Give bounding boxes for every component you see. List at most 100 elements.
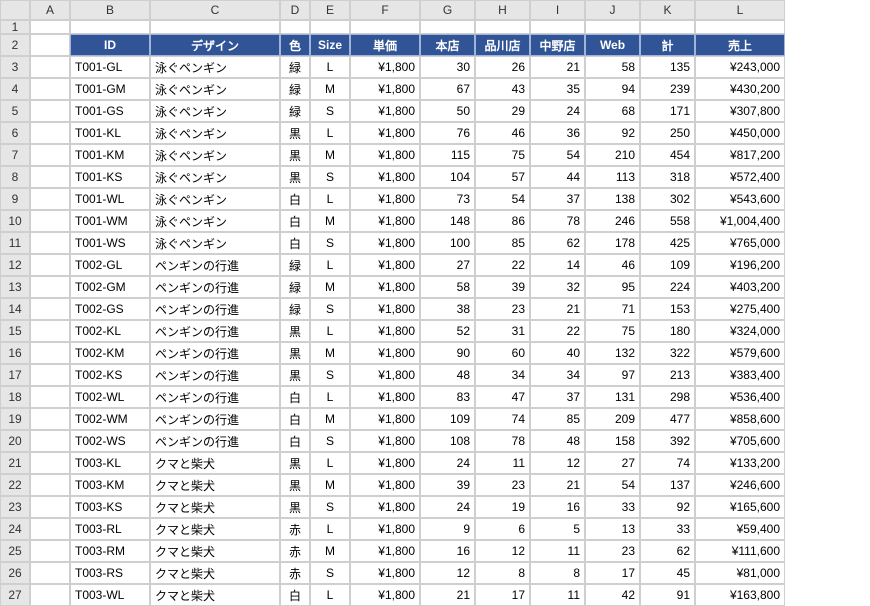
- cell-g[interactable]: 76: [420, 122, 475, 144]
- cell-j[interactable]: 95: [585, 276, 640, 298]
- cell-unit[interactable]: ¥1,800: [350, 254, 420, 276]
- cell-A21[interactable]: [30, 452, 70, 474]
- cell-sales[interactable]: ¥543,600: [695, 188, 785, 210]
- col-header-H[interactable]: H: [475, 0, 530, 20]
- cell-color[interactable]: 赤: [280, 562, 310, 584]
- cell-id[interactable]: T003-KM: [70, 474, 150, 496]
- cell-size[interactable]: M: [310, 144, 350, 166]
- cell-id[interactable]: T003-RM: [70, 540, 150, 562]
- cell-design[interactable]: クマと柴犬: [150, 474, 280, 496]
- cell-id[interactable]: T002-GS: [70, 298, 150, 320]
- cell-j[interactable]: 113: [585, 166, 640, 188]
- cell-unit[interactable]: ¥1,800: [350, 232, 420, 254]
- cell-size[interactable]: S: [310, 364, 350, 386]
- cell-k[interactable]: 558: [640, 210, 695, 232]
- cell-color[interactable]: 白: [280, 430, 310, 452]
- cell-h[interactable]: 47: [475, 386, 530, 408]
- cell-j[interactable]: 54: [585, 474, 640, 496]
- cell-unit[interactable]: ¥1,800: [350, 122, 420, 144]
- cell-color[interactable]: 緑: [280, 276, 310, 298]
- cell-size[interactable]: S: [310, 166, 350, 188]
- cell-id[interactable]: T001-KS: [70, 166, 150, 188]
- cell-g[interactable]: 24: [420, 496, 475, 518]
- cell-g[interactable]: 48: [420, 364, 475, 386]
- cell-size[interactable]: L: [310, 56, 350, 78]
- cell-design[interactable]: クマと柴犬: [150, 562, 280, 584]
- cell-sales[interactable]: ¥133,200: [695, 452, 785, 474]
- cell-size[interactable]: M: [310, 276, 350, 298]
- cell-unit[interactable]: ¥1,800: [350, 540, 420, 562]
- cell-color[interactable]: 白: [280, 408, 310, 430]
- cell-A20[interactable]: [30, 430, 70, 452]
- cell-k[interactable]: 33: [640, 518, 695, 540]
- cell-empty[interactable]: [475, 20, 530, 34]
- cell-unit[interactable]: ¥1,800: [350, 166, 420, 188]
- cell-j[interactable]: 158: [585, 430, 640, 452]
- cell-j[interactable]: 92: [585, 122, 640, 144]
- cell-i[interactable]: 62: [530, 232, 585, 254]
- cell-unit[interactable]: ¥1,800: [350, 562, 420, 584]
- cell-g[interactable]: 39: [420, 474, 475, 496]
- cell-A17[interactable]: [30, 364, 70, 386]
- cell-sales[interactable]: ¥579,600: [695, 342, 785, 364]
- cell-design[interactable]: 泳ぐペンギン: [150, 232, 280, 254]
- cell-k[interactable]: 180: [640, 320, 695, 342]
- col-header-F[interactable]: F: [350, 0, 420, 20]
- cell-i[interactable]: 36: [530, 122, 585, 144]
- cell-A9[interactable]: [30, 188, 70, 210]
- cell-h[interactable]: 75: [475, 144, 530, 166]
- cell-design[interactable]: ペンギンの行進: [150, 254, 280, 276]
- cell-h[interactable]: 12: [475, 540, 530, 562]
- cell-j[interactable]: 58: [585, 56, 640, 78]
- cell-design[interactable]: ペンギンの行進: [150, 386, 280, 408]
- cell-id[interactable]: T001-GS: [70, 100, 150, 122]
- cell-design[interactable]: ペンギンの行進: [150, 342, 280, 364]
- cell-unit[interactable]: ¥1,800: [350, 210, 420, 232]
- cell-h[interactable]: 85: [475, 232, 530, 254]
- col-header-D[interactable]: D: [280, 0, 310, 20]
- cell-id[interactable]: T002-GM: [70, 276, 150, 298]
- cell-size[interactable]: L: [310, 518, 350, 540]
- cell-color[interactable]: 白: [280, 232, 310, 254]
- cell-g[interactable]: 24: [420, 452, 475, 474]
- col-header-B[interactable]: B: [70, 0, 150, 20]
- cell-design[interactable]: 泳ぐペンギン: [150, 166, 280, 188]
- cell-j[interactable]: 209: [585, 408, 640, 430]
- cell-h[interactable]: 34: [475, 364, 530, 386]
- row-header-18[interactable]: 18: [0, 386, 30, 408]
- col-header-L[interactable]: L: [695, 0, 785, 20]
- cell-k[interactable]: 62: [640, 540, 695, 562]
- cell-sales[interactable]: ¥246,600: [695, 474, 785, 496]
- cell-j[interactable]: 13: [585, 518, 640, 540]
- cell-size[interactable]: L: [310, 320, 350, 342]
- cell-sales[interactable]: ¥383,400: [695, 364, 785, 386]
- cell-size[interactable]: L: [310, 386, 350, 408]
- col-header-C[interactable]: C: [150, 0, 280, 20]
- cell-color[interactable]: 緑: [280, 78, 310, 100]
- cell-sales[interactable]: ¥307,800: [695, 100, 785, 122]
- cell-h[interactable]: 60: [475, 342, 530, 364]
- row-header-16[interactable]: 16: [0, 342, 30, 364]
- row-header-10[interactable]: 10: [0, 210, 30, 232]
- cell-design[interactable]: ペンギンの行進: [150, 320, 280, 342]
- cell-A22[interactable]: [30, 474, 70, 496]
- cell-h[interactable]: 54: [475, 188, 530, 210]
- cell-size[interactable]: L: [310, 122, 350, 144]
- cell-k[interactable]: 91: [640, 584, 695, 606]
- cell-A5[interactable]: [30, 100, 70, 122]
- cell-h[interactable]: 23: [475, 298, 530, 320]
- cell-sales[interactable]: ¥572,400: [695, 166, 785, 188]
- row-header-22[interactable]: 22: [0, 474, 30, 496]
- cell-k[interactable]: 322: [640, 342, 695, 364]
- col-header-E[interactable]: E: [310, 0, 350, 20]
- cell-h[interactable]: 6: [475, 518, 530, 540]
- cell-size[interactable]: L: [310, 188, 350, 210]
- cell-i[interactable]: 11: [530, 584, 585, 606]
- cell-unit[interactable]: ¥1,800: [350, 276, 420, 298]
- cell-k[interactable]: 213: [640, 364, 695, 386]
- cell-design[interactable]: ペンギンの行進: [150, 298, 280, 320]
- cell-j[interactable]: 138: [585, 188, 640, 210]
- row-header-9[interactable]: 9: [0, 188, 30, 210]
- cell-g[interactable]: 73: [420, 188, 475, 210]
- cell-i[interactable]: 34: [530, 364, 585, 386]
